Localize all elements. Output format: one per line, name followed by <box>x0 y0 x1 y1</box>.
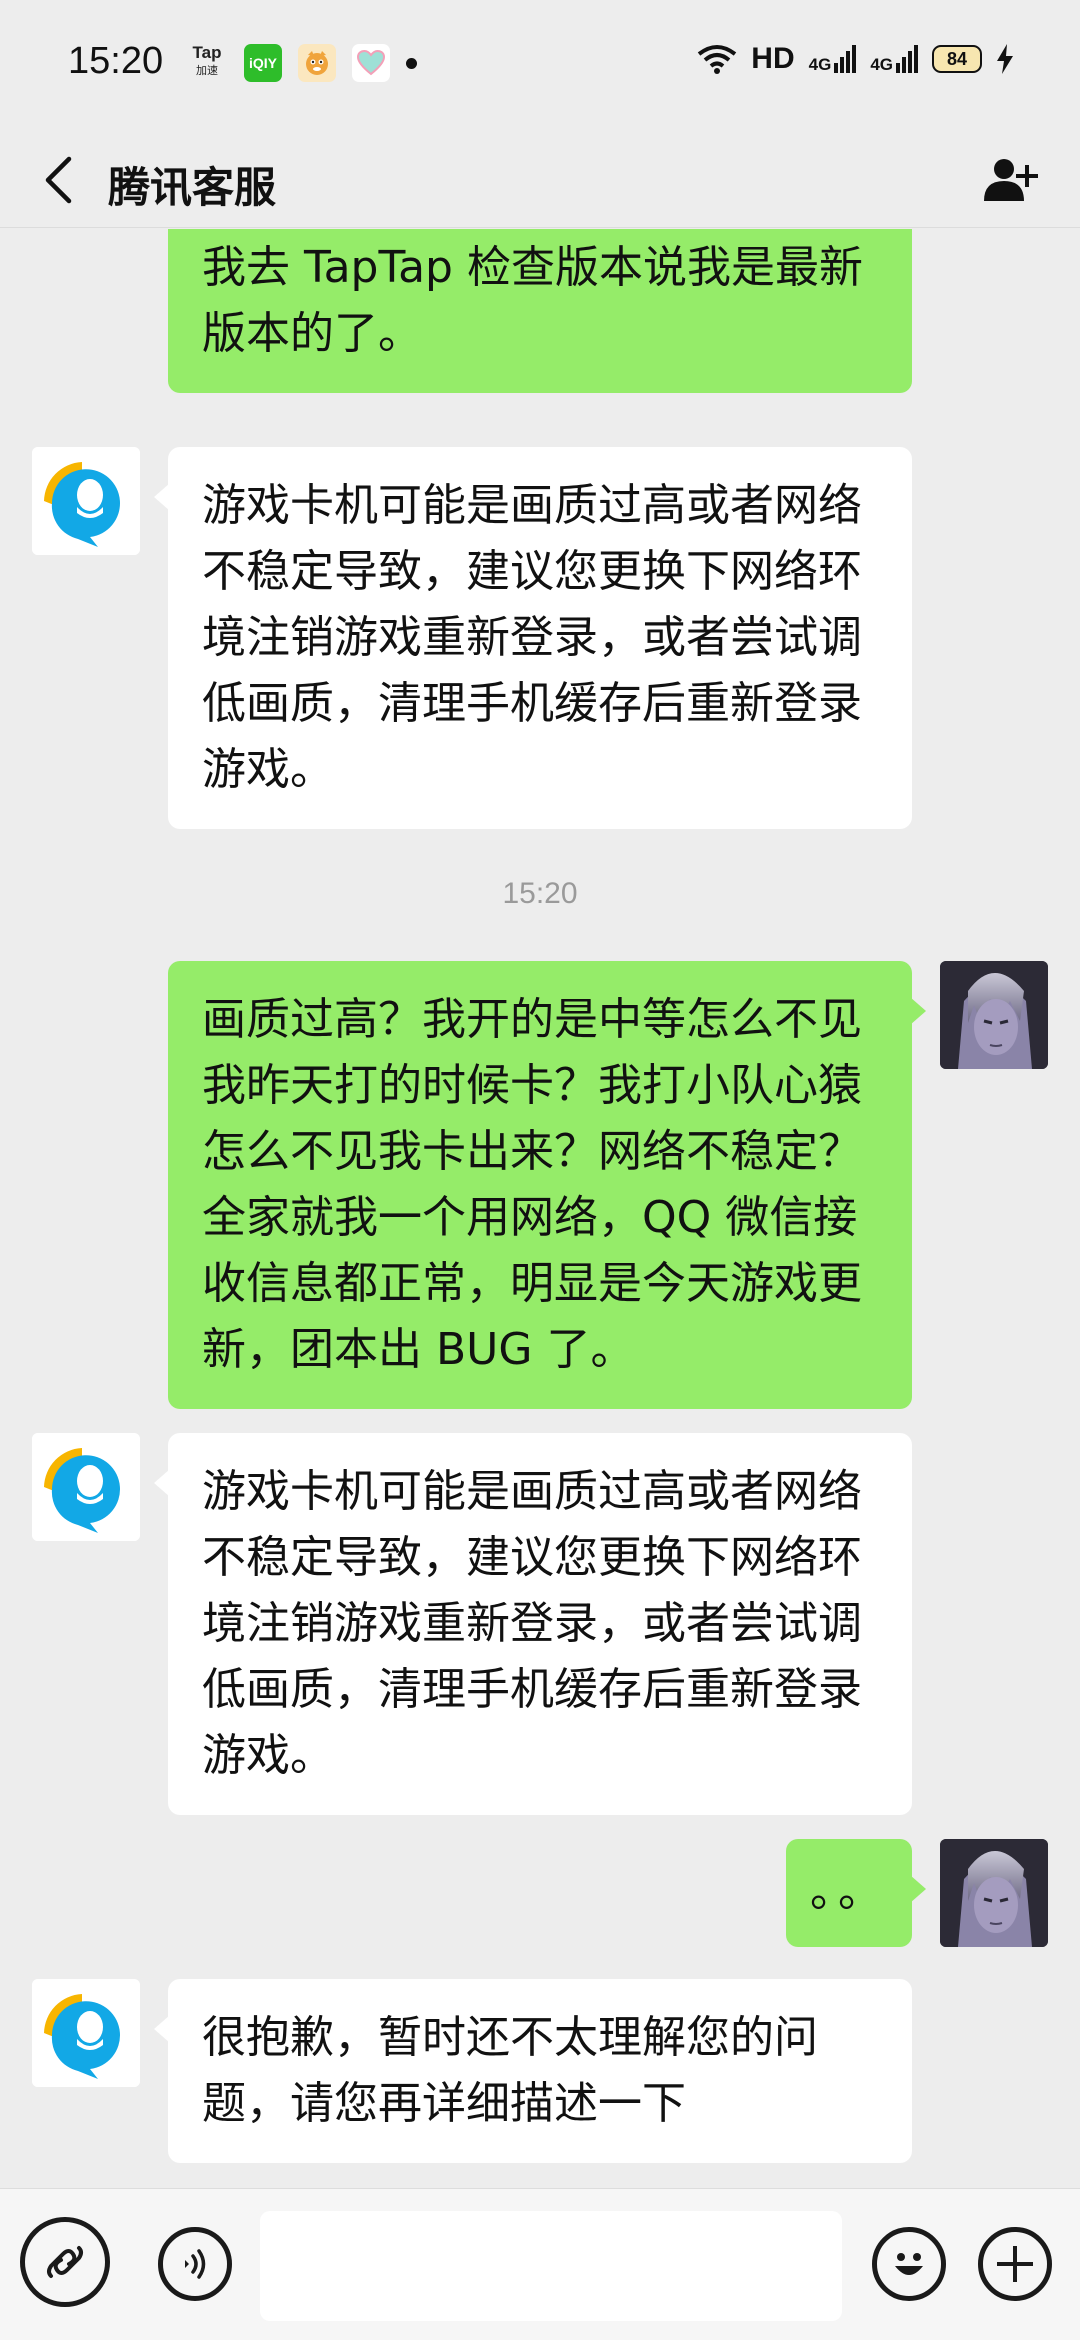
user-avatar[interactable] <box>940 961 1048 1069</box>
user-avatar[interactable] <box>940 1839 1048 1947</box>
message-sent: 。。 <box>0 1839 1080 1947</box>
hd-indicator: HD <box>751 42 795 75</box>
emoji-icon <box>895 2253 923 2275</box>
chat-title: 腾讯客服 <box>108 163 277 212</box>
message-received: 游戏卡机可能是画质过高或者网络不稳定导致，建议您更换下网络环境注销游戏重新登录，… <box>0 447 1080 829</box>
message-list[interactable]: 13 秒，队伍里司机都不是我了。我去 TapTap 检查版本说我是最新版本的了。… <box>0 229 1080 2187</box>
add-contact-button[interactable] <box>982 152 1042 208</box>
message-bubble-received[interactable]: 游戏卡机可能是画质过高或者网络不稳定导致，建议您更换下网络环境注销游戏重新登录，… <box>154 1433 912 1815</box>
network-type-2: 4G <box>870 55 893 74</box>
notification-icons: Tap 加速 iQIY <box>186 44 417 82</box>
message-sent: 画质过高？我开的是中等怎么不见我昨天打的时候卡？我打小队心猿怎么不见我卡出来？网… <box>0 961 1080 1409</box>
charging-bolt-icon <box>997 44 1013 74</box>
chevron-left-icon <box>45 156 72 204</box>
emoji-button[interactable] <box>872 2227 946 2301</box>
iqiyi-icon: iQIY <box>244 44 282 82</box>
qq-service-logo-icon <box>32 1433 140 1541</box>
battery-indicator: 84 <box>932 45 982 73</box>
message-sent: 13 秒，队伍里司机都不是我了。我去 TapTap 检查版本说我是最新版本的了。 <box>0 229 1080 415</box>
status-bar: 15:20 Tap 加速 iQIY HD 4G 4G 84 <box>0 0 1080 132</box>
message-received: 很抱歉，暂时还不太理解您的问题，请您再详细描述一下 <box>0 1979 1080 2163</box>
taptap-sub-label: 加速 <box>196 65 218 77</box>
service-avatar[interactable] <box>32 1433 140 1541</box>
status-time: 15:20 <box>68 40 164 82</box>
heart-app-icon <box>352 44 390 82</box>
user-avatar-image-icon <box>940 961 1048 1069</box>
plus-icon <box>997 2246 1033 2282</box>
qq-service-logo-icon <box>32 447 140 555</box>
system-indicators: HD 4G 4G 84 <box>697 42 1014 76</box>
message-bubble-received[interactable]: 游戏卡机可能是画质过高或者网络不稳定导致，建议您更换下网络环境注销游戏重新登录，… <box>154 447 912 829</box>
more-options-button[interactable] <box>978 2227 1052 2301</box>
signal-2: 4G <box>870 45 918 73</box>
input-bar <box>0 2188 1080 2340</box>
back-button[interactable] <box>32 154 84 206</box>
message-bubble-sent[interactable]: 。。 <box>786 1839 926 1947</box>
more-notifications-dot-icon <box>406 57 417 69</box>
message-input[interactable] <box>260 2211 842 2321</box>
chat-header: 腾讯客服 <box>0 132 1080 228</box>
message-received: 游戏卡机可能是画质过高或者网络不稳定导致，建议您更换下网络环境注销游戏重新登录，… <box>0 1433 1080 1815</box>
message-bubble-received[interactable]: 很抱歉，暂时还不太理解您的问题，请您再详细描述一下 <box>154 1979 912 2163</box>
signal-1: 4G <box>809 45 857 73</box>
signal-bars-icon <box>834 45 857 73</box>
user-avatar-image-icon <box>940 1839 1048 1947</box>
message-bubble-sent[interactable]: 画质过高？我开的是中等怎么不见我昨天打的时候卡？我打小队心猿怎么不见我卡出来？网… <box>168 961 926 1409</box>
taptap-icon: Tap 加速 <box>186 44 228 82</box>
message-timestamp: 15:20 <box>502 877 578 910</box>
add-contact-icon <box>984 159 1038 201</box>
wifi-icon <box>698 45 737 74</box>
service-avatar[interactable] <box>32 1979 140 2087</box>
mini-program-button[interactable] <box>20 2217 110 2307</box>
message-bubble-sent[interactable]: 13 秒，队伍里司机都不是我了。我去 TapTap 检查版本说我是最新版本的了。 <box>168 229 912 393</box>
network-type-1: 4G <box>808 55 832 74</box>
qq-service-logo-icon <box>32 1979 140 2087</box>
link-icon <box>47 2246 83 2278</box>
signal-bars-icon <box>896 45 918 73</box>
voice-icon <box>185 2249 206 2279</box>
voice-input-button[interactable] <box>158 2227 232 2301</box>
mascot-icon <box>298 44 336 82</box>
taptap-label: Tap <box>192 43 222 62</box>
service-avatar[interactable] <box>32 447 140 555</box>
